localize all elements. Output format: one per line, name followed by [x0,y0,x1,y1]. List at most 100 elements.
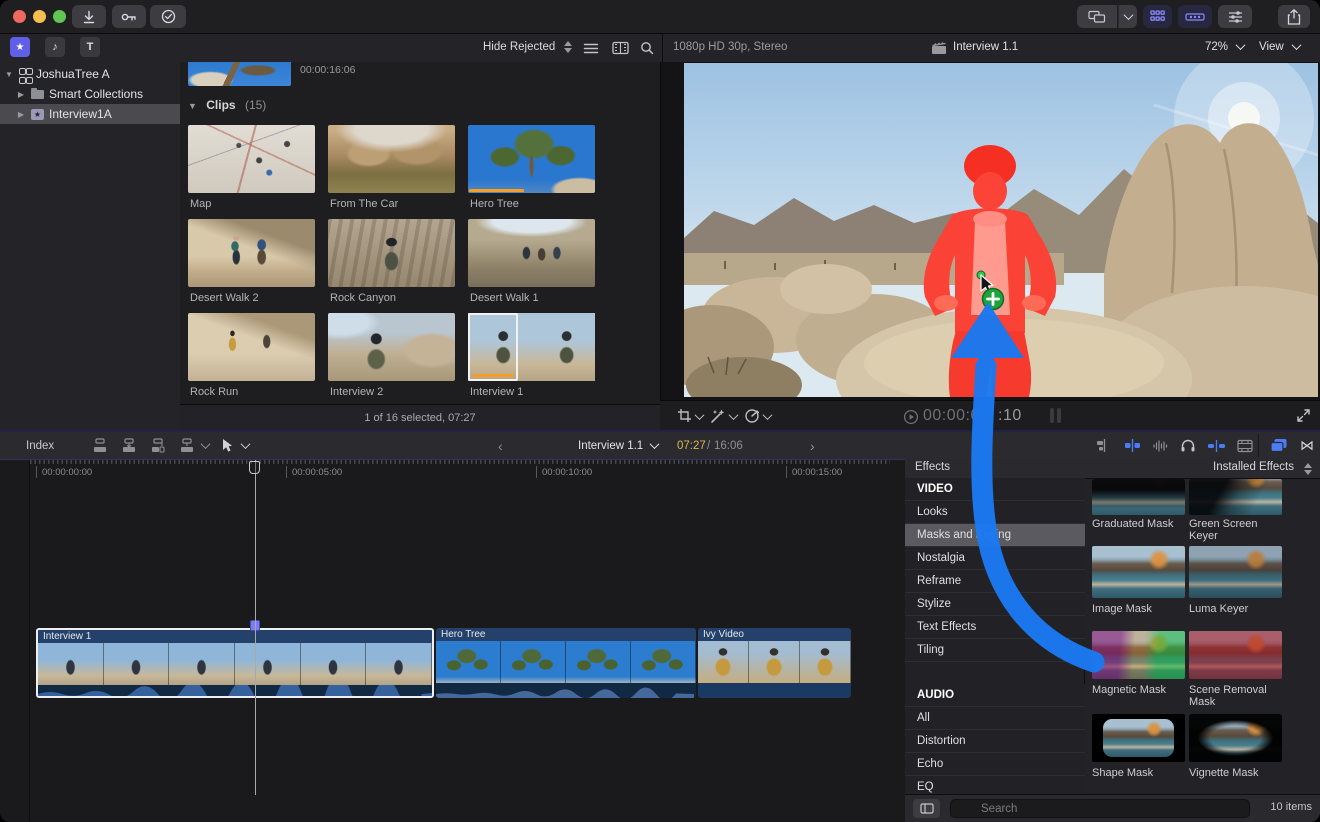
sidebar-item-smart-collections[interactable]: ▶ Smart Collections [0,84,196,104]
show-timeline-button[interactable] [1178,5,1212,28]
viewer-view-popup[interactable]: View [1259,41,1300,53]
skimming-icon[interactable] [1207,439,1226,453]
timeline-clip-ivy-video[interactable]: Ivy Video [698,628,851,698]
trim-tool-icon[interactable] [1096,438,1113,453]
background-tasks-button[interactable] [150,5,186,28]
headphones-icon[interactable] [1180,438,1196,453]
category-all[interactable]: All [905,707,1085,730]
media-sidebar-icon[interactable]: ★ [10,37,30,57]
clip-thumbnail[interactable] [188,125,315,193]
clip-name: From The Car [330,198,398,210]
disclosure-triangle-icon[interactable]: ▼ [4,70,14,79]
effect-thumbnail-image-mask[interactable] [1092,546,1185,598]
timeline-pane[interactable]: 00:00:00:00 00:00:05:00 00:00:10:00 00:0… [0,460,906,822]
effect-thumbnail-shape-mask[interactable] [1092,714,1185,762]
retime-icon [744,408,760,424]
clip-thumbnail[interactable] [328,125,455,193]
previous-timeline-button[interactable]: ‹ [498,432,503,459]
disclosure-triangle-icon[interactable]: ▶ [16,90,26,99]
overwrite-edit-icon[interactable] [179,438,195,453]
chevron-down-icon[interactable] [695,410,705,420]
playhead-handle[interactable] [249,461,260,474]
clip-thumbnail[interactable] [328,313,455,381]
crop-button[interactable] [677,408,692,423]
sidebar-item-library[interactable]: ▼ JoshuaTree A [0,64,184,84]
category-looks[interactable]: Looks [905,501,1085,524]
filmstrip-view-button[interactable] [612,41,629,55]
clip-thumbnail[interactable] [328,219,455,287]
append-edit-icon[interactable] [150,438,166,453]
category-nostalgia[interactable]: Nostalgia [905,547,1085,570]
hide-category-sidebar-button[interactable] [913,799,940,818]
retime-button[interactable] [744,408,760,424]
next-timeline-button[interactable]: › [810,432,815,459]
effects-search-input[interactable] [950,799,1250,818]
fullscreen-button[interactable] [1297,409,1310,422]
tool-popup[interactable] [222,432,249,459]
clip-thumbnail-partial[interactable] [188,62,291,86]
viewer-zoom-popup[interactable]: 72% [1205,41,1244,53]
viewer-project-name[interactable]: Interview 1.1 [953,41,1018,53]
timeline-clip-interview-1[interactable]: Interview 1 [36,628,434,698]
blade-tool-icon[interactable] [1124,438,1141,453]
effect-thumbnail-luma-keyer[interactable] [1189,546,1282,598]
chevron-down-icon[interactable] [201,439,211,449]
show-browser-button[interactable] [1143,5,1172,28]
clip-appearance-button[interactable] [583,42,599,55]
minimize-window-button[interactable] [33,10,46,23]
disclosure-triangle-icon[interactable]: ▶ [16,110,26,119]
category-distortion[interactable]: Distortion [905,730,1085,753]
effect-thumbnail-green-screen-keyer[interactable] [1189,479,1282,515]
category-tiling[interactable]: Tiling [905,639,1085,662]
display-options-chevron[interactable] [1118,5,1137,28]
photos-audio-sidebar-icon[interactable]: ♪ [45,37,65,57]
index-button[interactable]: Index [26,432,54,459]
timeline-history-popup[interactable]: Interview 1.1 [578,432,658,459]
clip-thumbnail[interactable] [188,219,315,287]
effect-thumbnail-vignette-mask[interactable] [1189,714,1282,762]
chevron-down-icon[interactable] [729,410,739,420]
zoom-window-button[interactable] [53,10,66,23]
connect-edit-icon[interactable] [92,438,108,453]
clip-thumbnail-selected[interactable] [468,313,595,381]
browser-search-button[interactable] [640,41,654,55]
media-film-icon[interactable] [1237,439,1253,453]
category-reframe[interactable]: Reframe [905,570,1085,593]
sidebar-item-event[interactable]: ▶ ★ Interview1A [0,104,196,124]
clips-section-header[interactable]: ▼ Clips (15) [188,98,266,112]
audio-meter[interactable] [1057,408,1061,423]
effect-thumbnail-scene-removal-mask[interactable] [1189,631,1282,679]
disclosure-triangle-icon[interactable]: ▼ [188,101,197,111]
connect-display-button[interactable] [1077,5,1117,28]
audio-waveform-icon[interactable] [1152,439,1169,453]
clip-thumbnail[interactable] [468,125,595,193]
category-echo[interactable]: Echo [905,753,1085,776]
audio-meter[interactable] [1050,408,1054,423]
share-button[interactable] [1278,5,1310,28]
effect-thumbnail-magnetic-mask[interactable] [1092,631,1185,679]
chevron-down-icon[interactable] [763,410,773,420]
enhancements-button[interactable] [710,408,726,424]
close-window-button[interactable] [13,10,26,23]
playhead-line[interactable] [255,460,256,795]
play-icon[interactable] [903,409,919,425]
clip-thumbnail[interactable] [188,313,315,381]
viewer-video-frame[interactable] [684,63,1318,397]
keywords-button[interactable] [112,5,146,28]
updown-stepper-icon[interactable] [1304,463,1312,475]
show-inspector-button[interactable] [1218,5,1252,28]
category-stylize[interactable]: Stylize [905,593,1085,616]
titles-generators-sidebar-icon[interactable]: T [80,37,100,57]
insert-edit-icon[interactable] [121,438,137,453]
category-masks-and-keying[interactable]: Masks and Keying [905,524,1085,547]
category-text-effects[interactable]: Text Effects [905,616,1085,639]
clip-filter-popup[interactable]: Hide Rejected [483,41,572,53]
transitions-browser-icon[interactable]: ⋈ [1300,437,1314,454]
clip-thumbnail[interactable] [468,219,595,287]
installed-effects-popup[interactable]: Installed Effects [1213,461,1294,473]
effects-browser-icon[interactable] [1270,438,1288,453]
timeline-clip-hero-tree[interactable]: Hero Tree [436,628,696,698]
effect-thumbnail-graduated-mask[interactable] [1092,479,1185,515]
import-media-button[interactable] [72,5,106,28]
selection-range[interactable] [468,313,518,381]
